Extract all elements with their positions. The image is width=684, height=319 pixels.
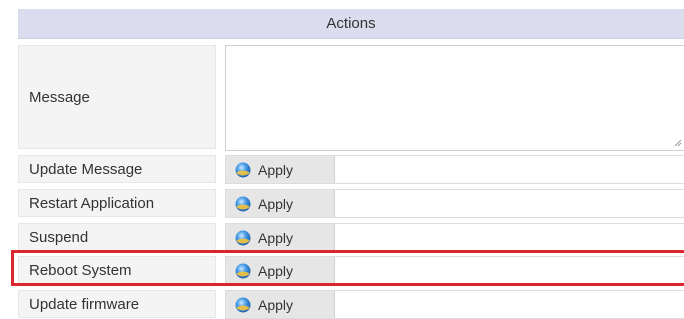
restart-application-apply-button[interactable]: Apply	[226, 190, 335, 217]
action-label-reboot-system: Reboot System	[18, 256, 216, 284]
message-label: Message	[18, 45, 216, 149]
action-label-update-message: Update Message	[18, 155, 216, 183]
globe-icon	[235, 263, 251, 278]
globe-icon	[235, 230, 251, 245]
action-row-reboot-system: Apply	[225, 256, 684, 285]
actions-header: Actions	[18, 9, 684, 39]
globe-icon	[235, 162, 251, 177]
globe-icon	[235, 196, 251, 211]
message-textarea[interactable]	[225, 45, 684, 151]
action-label-suspend: Suspend	[18, 223, 216, 251]
update-firmware-apply-button[interactable]: Apply	[226, 291, 335, 318]
action-label-restart-application: Restart Application	[18, 189, 216, 217]
apply-label: Apply	[258, 296, 294, 313]
globe-icon	[235, 297, 251, 312]
reboot-system-apply-button[interactable]: Apply	[226, 257, 335, 284]
action-label-update-firmware: Update firmware	[18, 290, 216, 318]
action-row-suspend: Apply	[225, 223, 684, 252]
action-row-restart-application: Apply	[225, 189, 684, 218]
apply-label: Apply	[258, 262, 294, 279]
suspend-apply-button[interactable]: Apply	[226, 224, 335, 251]
apply-label: Apply	[258, 195, 294, 212]
apply-label: Apply	[258, 229, 294, 246]
action-row-update-message: Apply	[225, 155, 684, 184]
resize-grip-icon[interactable]	[674, 139, 682, 147]
update-message-apply-button[interactable]: Apply	[226, 156, 335, 183]
apply-label: Apply	[258, 161, 294, 178]
